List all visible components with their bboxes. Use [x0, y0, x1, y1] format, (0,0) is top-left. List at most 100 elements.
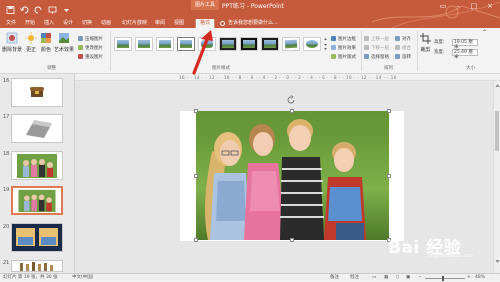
remove-background-button[interactable]: 删除背景	[2, 32, 22, 53]
customize-qat-icon[interactable]	[62, 6, 71, 14]
comments-button[interactable]: 批注	[350, 274, 359, 282]
window-title: PPT练习 - PowerPoint	[222, 3, 284, 10]
separator	[110, 31, 111, 71]
ribbon-display-button[interactable]: ▭	[437, 2, 449, 11]
resize-handle[interactable]	[194, 109, 198, 113]
picture-style-9[interactable]	[282, 37, 300, 51]
resize-handle[interactable]	[290, 238, 294, 242]
picture-effects-button[interactable]: 图片效果	[331, 45, 356, 52]
picture-style-8[interactable]	[261, 37, 279, 51]
redo-icon[interactable]	[34, 6, 43, 14]
slide-sorter-icon[interactable]: ▦	[384, 274, 388, 282]
maximize-button[interactable]: □	[468, 2, 480, 11]
slide-number: 18	[3, 151, 10, 157]
undo-icon[interactable]	[20, 6, 29, 14]
align-button[interactable]: 对齐	[395, 36, 411, 43]
bring-forward-button[interactable]: 上移一层	[364, 36, 389, 43]
tab-transitions[interactable]: 切换	[82, 19, 92, 28]
slide-thumbnail-17[interactable]	[11, 114, 63, 143]
rotate-handle-icon[interactable]	[286, 95, 296, 105]
slideshow-icon[interactable]: ▣	[406, 274, 410, 282]
picture-style-3[interactable]	[156, 37, 174, 51]
separator	[417, 31, 418, 71]
tell-me-box[interactable]: 告诉我您想要做什么...	[220, 19, 278, 28]
slide-thumbnail-18[interactable]	[11, 151, 63, 180]
resize-handle[interactable]	[194, 238, 198, 242]
reading-view-icon[interactable]: ▯	[396, 274, 398, 282]
picture-style-6[interactable]	[219, 37, 237, 51]
selection-pane-button[interactable]: 选择窗格	[364, 54, 389, 61]
tab-format[interactable]: 格式	[195, 19, 215, 28]
slide-number: 17	[3, 114, 10, 120]
tab-slideshow[interactable]: 幻灯片放映	[122, 19, 147, 28]
color-button[interactable]: 颜色	[39, 32, 53, 53]
slide-thumbnail-21[interactable]	[11, 260, 63, 272]
resize-handle[interactable]	[387, 174, 391, 178]
title-bar: 图片工具 PPT练习 - PowerPoint ▭ – □ × 文件 开始 插入…	[0, 0, 500, 28]
picture-style-10[interactable]	[303, 37, 321, 51]
slide-thumbnail-panel[interactable]: 16 17 18 19 20 21	[0, 74, 75, 273]
picture-style-2[interactable]	[135, 37, 153, 51]
arrange-group-label: 排列	[384, 66, 393, 71]
crop-button[interactable]: 裁剪	[419, 33, 432, 53]
slide-thumbnail-19[interactable]	[11, 186, 63, 215]
change-picture-button[interactable]: 更改图片	[78, 45, 103, 52]
scrollbar-thumb[interactable]	[495, 111, 499, 151]
resize-handle[interactable]	[194, 174, 198, 178]
tab-review[interactable]: 审阅	[155, 19, 165, 28]
tab-design[interactable]: 设计	[63, 19, 73, 28]
close-button[interactable]: ×	[484, 2, 496, 11]
tab-file[interactable]: 文件	[6, 19, 16, 28]
adjust-group-label: 调整	[47, 66, 56, 71]
reset-picture-button[interactable]: 重设图片	[78, 54, 103, 61]
artistic-effects-button[interactable]: 艺术效果	[54, 32, 74, 53]
normal-view-icon[interactable]: ▭	[372, 274, 376, 282]
minimize-button[interactable]: –	[452, 2, 464, 11]
gallery-more-icon[interactable]	[323, 37, 328, 51]
slide-number: 19	[3, 187, 10, 193]
rotate-button[interactable]: 旋转	[395, 54, 411, 61]
tab-animations[interactable]: 动画	[101, 19, 111, 28]
zoom-slider-thumb[interactable]	[442, 276, 444, 281]
picture-border-icon	[331, 36, 336, 41]
language-indicator[interactable]: 中文(中国)	[72, 274, 94, 282]
treasure-chest-image	[30, 87, 44, 97]
corrections-button[interactable]: 更正	[24, 32, 38, 53]
save-icon[interactable]	[6, 6, 15, 14]
tab-home[interactable]: 开始	[25, 19, 35, 28]
scroll-up-icon[interactable]	[495, 83, 500, 88]
zoom-in-icon[interactable]: +	[467, 274, 471, 282]
current-slide[interactable]	[180, 109, 404, 242]
resize-handle[interactable]	[290, 109, 294, 113]
picture-tools-label: 图片工具	[191, 0, 219, 10]
picture-layout-icon	[331, 54, 336, 59]
slide-thumbnail-20[interactable]	[11, 223, 63, 252]
slide-thumbnail-16[interactable]	[11, 78, 63, 107]
tab-insert[interactable]: 插入	[44, 19, 54, 28]
width-input[interactable]: 25.49 厘米	[452, 49, 478, 60]
picture-style-7[interactable]	[240, 37, 258, 51]
group-icon	[395, 45, 400, 50]
reset-picture-icon	[78, 54, 83, 59]
send-backward-icon	[364, 45, 369, 50]
notes-button[interactable]: 备注	[330, 274, 339, 282]
sun-icon	[25, 32, 37, 44]
selected-picture[interactable]	[196, 111, 389, 240]
compress-pictures-button[interactable]: 压缩图片	[78, 36, 103, 43]
height-input[interactable]: 19.05 厘米	[452, 39, 478, 50]
resize-handle[interactable]	[387, 109, 391, 113]
present-icon[interactable]	[48, 6, 57, 14]
picture-layout-button[interactable]: 图片版式	[331, 54, 356, 61]
tab-view[interactable]: 视图	[174, 19, 184, 28]
zoom-level[interactable]: 48%	[475, 274, 485, 282]
collapse-ribbon-icon[interactable]: ⌃	[482, 29, 487, 36]
zoom-out-icon[interactable]: −	[418, 274, 422, 282]
send-backward-button[interactable]: 下移一层	[364, 45, 389, 52]
rotate-icon	[395, 54, 400, 59]
picture-style-1[interactable]	[114, 37, 132, 51]
children-photo	[196, 111, 389, 240]
zoom-slider[interactable]	[425, 278, 465, 279]
group-button[interactable]: 组合	[395, 45, 411, 52]
lightbulb-icon	[220, 21, 225, 26]
picture-border-button[interactable]: 图片边框	[331, 36, 356, 43]
